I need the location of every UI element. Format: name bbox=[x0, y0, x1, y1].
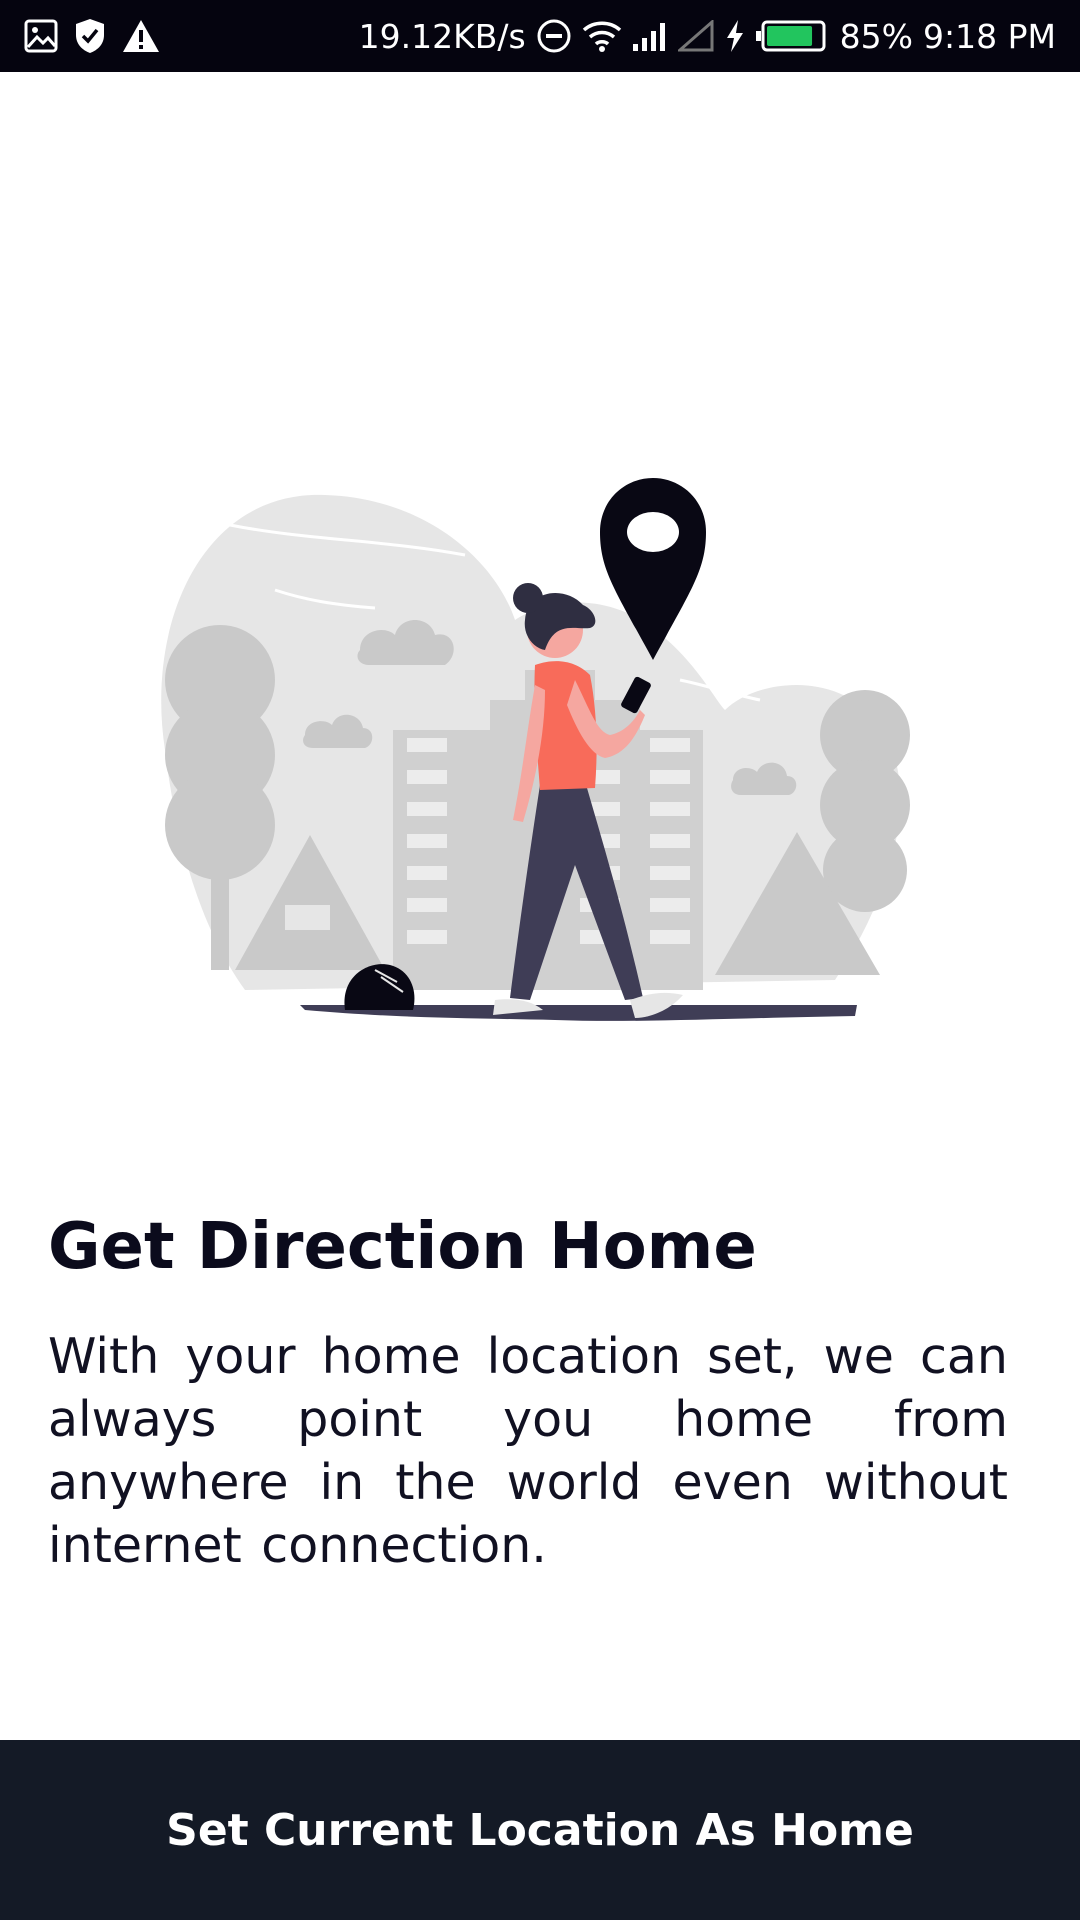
clock: 9:18 PM bbox=[923, 16, 1056, 56]
shield-check-icon bbox=[74, 18, 106, 54]
onboarding-title: Get Direction Home bbox=[48, 1210, 757, 1284]
signal-empty-icon bbox=[677, 20, 714, 52]
do-not-disturb-icon bbox=[536, 18, 572, 54]
battery-percent: 85% bbox=[839, 16, 914, 56]
onboarding-description: With your home location set, we can alwa… bbox=[48, 1328, 1008, 1574]
walking-home-illustration bbox=[135, 470, 945, 1040]
charging-icon bbox=[724, 19, 746, 53]
network-speed: 19.12KB/s bbox=[358, 16, 526, 56]
gallery-icon bbox=[24, 19, 58, 53]
battery-icon bbox=[755, 19, 826, 53]
warning-icon bbox=[122, 19, 160, 53]
set-home-location-button[interactable]: Set Current Location As Home bbox=[0, 1740, 1080, 1920]
status-bar: 19.12KB/s 85% 9:18 PM bbox=[0, 0, 1080, 72]
right-tree bbox=[820, 690, 910, 912]
status-bar-left bbox=[24, 18, 160, 54]
signal-icon bbox=[632, 20, 668, 52]
status-bar-right: 19.12KB/s 85% 9:18 PM bbox=[359, 17, 1056, 56]
wifi-icon bbox=[582, 19, 622, 53]
